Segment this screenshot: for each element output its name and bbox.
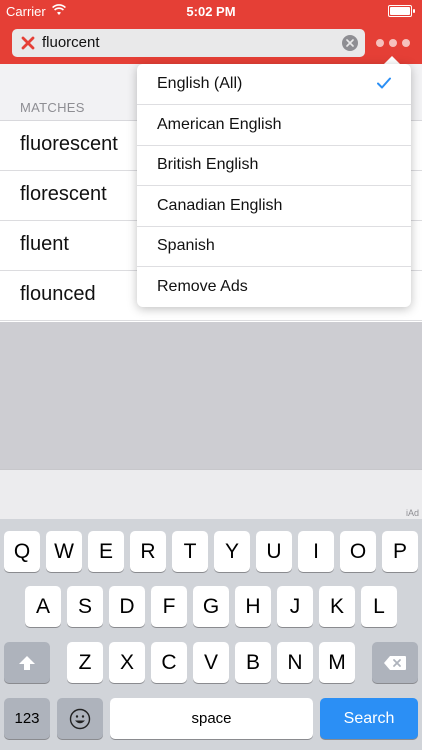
clear-x-icon[interactable] <box>19 34 37 52</box>
key-a[interactable]: A <box>25 586 61 627</box>
header-bar: Carrier 5:02 PM fluorcent <box>0 0 422 64</box>
menu-item-english-all[interactable]: English (All) <box>137 64 411 105</box>
key-x[interactable]: X <box>109 642 145 683</box>
key-e[interactable]: E <box>88 531 124 572</box>
menu-item-british-english[interactable]: British English <box>137 145 411 186</box>
key-s[interactable]: S <box>67 586 103 627</box>
keyboard: Q W E R T Y U I O P A S D F G H J K L Z … <box>0 519 422 750</box>
key-w[interactable]: W <box>46 531 82 572</box>
key-d[interactable]: D <box>109 586 145 627</box>
key-t[interactable]: T <box>172 531 208 572</box>
key-y[interactable]: Y <box>214 531 250 572</box>
key-n[interactable]: N <box>277 642 313 683</box>
emoji-icon[interactable] <box>57 698 103 739</box>
key-l[interactable]: L <box>361 586 397 627</box>
key-k[interactable]: K <box>319 586 355 627</box>
ad-label: iAd <box>405 508 419 518</box>
battery-icon <box>388 5 415 17</box>
search-button[interactable]: Search <box>320 698 418 739</box>
menu-item-spanish[interactable]: Spanish <box>137 226 411 267</box>
clock: 5:02 PM <box>186 4 236 19</box>
numbers-key[interactable]: 123 <box>4 698 50 739</box>
search-field[interactable]: fluorcent <box>12 29 365 57</box>
search-input[interactable]: fluorcent <box>42 34 100 51</box>
key-r[interactable]: R <box>130 531 166 572</box>
key-o[interactable]: O <box>340 531 376 572</box>
key-q[interactable]: Q <box>4 531 40 572</box>
more-dots-icon[interactable] <box>376 36 410 50</box>
shift-icon[interactable] <box>4 642 50 683</box>
backspace-icon[interactable] <box>372 642 418 683</box>
menu-item-american-english[interactable]: American English <box>137 105 411 146</box>
menu-item-canadian-english[interactable]: Canadian English <box>137 186 411 227</box>
key-p[interactable]: P <box>382 531 418 572</box>
ad-banner[interactable]: iAd <box>0 469 422 520</box>
checkmark-icon <box>377 77 391 89</box>
key-u[interactable]: U <box>256 531 292 572</box>
clear-circle-icon[interactable] <box>342 35 358 51</box>
empty-area <box>0 322 422 469</box>
key-v[interactable]: V <box>193 642 229 683</box>
key-c[interactable]: C <box>151 642 187 683</box>
key-z[interactable]: Z <box>67 642 103 683</box>
key-f[interactable]: F <box>151 586 187 627</box>
key-b[interactable]: B <box>235 642 271 683</box>
space-key[interactable]: space <box>110 698 313 739</box>
key-h[interactable]: H <box>235 586 271 627</box>
key-j[interactable]: J <box>277 586 313 627</box>
key-g[interactable]: G <box>193 586 229 627</box>
status-bar: Carrier 5:02 PM <box>0 0 422 22</box>
language-dropdown: English (All) American English British E… <box>137 64 411 307</box>
menu-item-remove-ads[interactable]: Remove Ads <box>137 267 411 307</box>
key-i[interactable]: I <box>298 531 334 572</box>
key-m[interactable]: M <box>319 642 355 683</box>
